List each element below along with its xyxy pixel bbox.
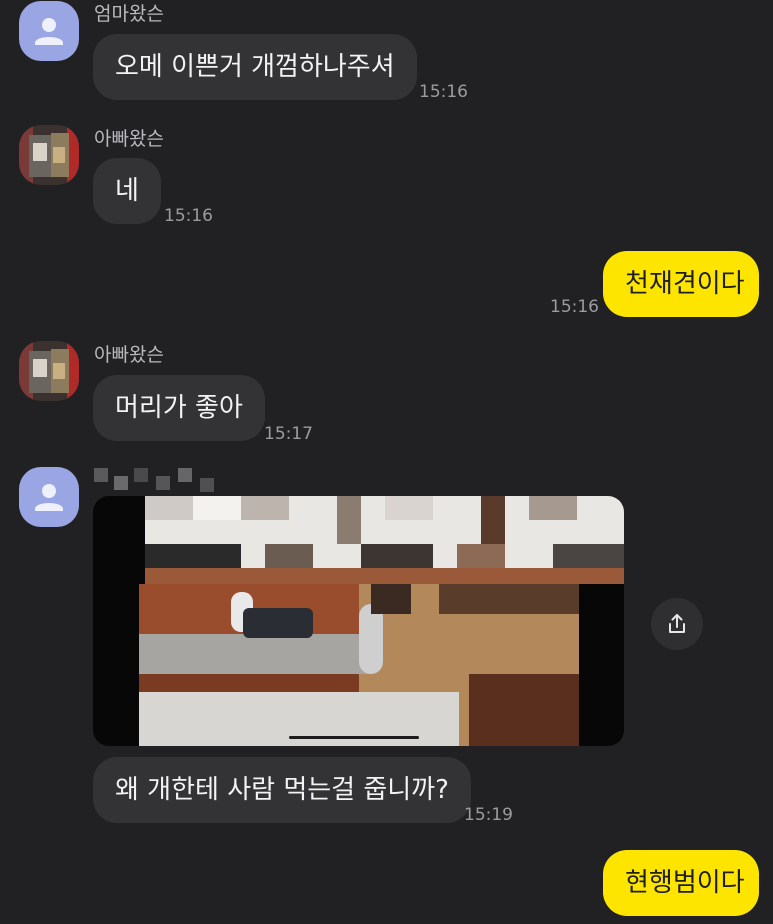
avatar[interactable]	[19, 1, 79, 61]
person-icon	[35, 18, 63, 45]
my-message-bubble[interactable]: 천재견이다	[603, 251, 759, 317]
sender-name: 아빠왔슨	[94, 128, 164, 150]
sender-name: 엄마왔슨	[94, 3, 164, 25]
message-bubble[interactable]: 네	[93, 158, 161, 224]
share-button[interactable]	[651, 598, 703, 650]
message-bubble[interactable]: 오메 이쁜거 개껌하나주셔	[93, 34, 417, 100]
share-icon	[669, 614, 685, 633]
avatar[interactable]	[19, 341, 79, 401]
message-time: 15:17	[264, 424, 313, 444]
avatar[interactable]	[19, 125, 79, 185]
message-time: 15:16	[164, 206, 213, 226]
blurred-region	[145, 496, 624, 584]
profile-photo	[19, 341, 79, 401]
blurred-sender-name	[94, 468, 244, 496]
avatar[interactable]	[19, 467, 79, 527]
my-message-bubble[interactable]: 현행범이다	[603, 850, 759, 916]
message-bubble[interactable]: 왜 개한테 사람 먹는걸 줍니까?	[93, 757, 471, 823]
person-icon	[35, 484, 63, 511]
message-time: 15:16	[550, 297, 599, 317]
sender-name: 아빠왔슨	[94, 344, 164, 366]
video-thumbnail[interactable]	[93, 496, 624, 746]
room-scene	[139, 584, 579, 746]
profile-photo	[19, 125, 79, 185]
message-time: 15:19	[464, 805, 513, 825]
message-bubble[interactable]: 머리가 좋아	[93, 375, 265, 441]
message-time: 15:16	[419, 82, 468, 102]
